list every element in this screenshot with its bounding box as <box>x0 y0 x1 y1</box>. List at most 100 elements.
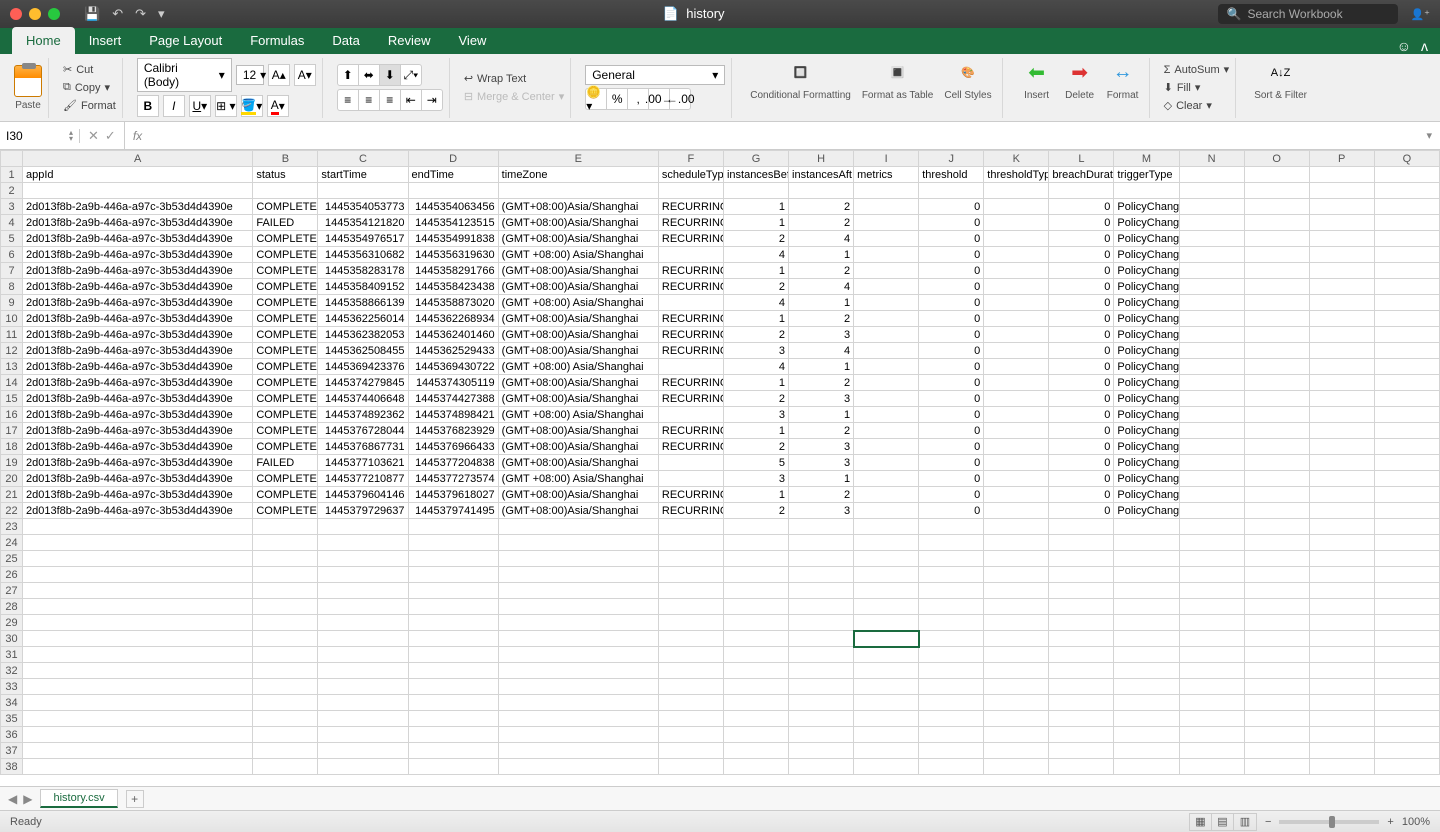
cell-O7[interactable] <box>1244 263 1309 279</box>
cell-G29[interactable] <box>723 615 788 631</box>
cell-E31[interactable] <box>498 647 658 663</box>
font-size-select[interactable]: 12▾ <box>236 65 264 85</box>
cell-H7[interactable]: 2 <box>789 263 854 279</box>
cell-O20[interactable] <box>1244 471 1309 487</box>
cell-M4[interactable]: PolicyChange <box>1114 215 1179 231</box>
cell-N25[interactable] <box>1179 551 1244 567</box>
cell-M7[interactable]: PolicyChange <box>1114 263 1179 279</box>
cell-D24[interactable] <box>408 535 498 551</box>
format-cells-button[interactable]: ↔Format <box>1103 58 1143 118</box>
cell-B25[interactable] <box>253 551 318 567</box>
cell-O12[interactable] <box>1244 343 1309 359</box>
cell-C18[interactable]: 1445376867731 <box>318 439 408 455</box>
cell-P21[interactable] <box>1309 487 1374 503</box>
cell-E19[interactable]: (GMT+08:00)Asia/Shanghai <box>498 455 658 471</box>
cell-H10[interactable]: 2 <box>789 311 854 327</box>
cell-L10[interactable]: 0 <box>1049 311 1114 327</box>
cell-F13[interactable] <box>658 359 723 375</box>
cell-P30[interactable] <box>1309 631 1374 647</box>
cell-C14[interactable]: 1445374279845 <box>318 375 408 391</box>
redo-icon[interactable]: ↷ <box>135 6 146 22</box>
cell-F1[interactable]: scheduleType <box>658 167 723 183</box>
ribbon-tab-review[interactable]: Review <box>374 27 445 54</box>
cell-L15[interactable]: 0 <box>1049 391 1114 407</box>
cell-D5[interactable]: 1445354991838 <box>408 231 498 247</box>
cell-J33[interactable] <box>919 679 984 695</box>
cell-I9[interactable] <box>854 295 919 311</box>
cell-D33[interactable] <box>408 679 498 695</box>
clear-button[interactable]: ◇Clear ▾ <box>1164 98 1230 113</box>
cell-G34[interactable] <box>723 695 788 711</box>
cell-H31[interactable] <box>789 647 854 663</box>
cell-C34[interactable] <box>318 695 408 711</box>
cell-Q6[interactable] <box>1374 247 1439 263</box>
orientation-icon[interactable]: ⤢▾ <box>400 64 422 86</box>
cell-B16[interactable]: COMPLETED <box>253 407 318 423</box>
cell-P19[interactable] <box>1309 455 1374 471</box>
cell-J12[interactable]: 0 <box>919 343 984 359</box>
cell-I15[interactable] <box>854 391 919 407</box>
column-header-P[interactable]: P <box>1309 151 1374 167</box>
cell-K34[interactable] <box>984 695 1049 711</box>
cell-H30[interactable] <box>789 631 854 647</box>
cell-I38[interactable] <box>854 759 919 775</box>
cell-K10[interactable] <box>984 311 1049 327</box>
cell-C15[interactable]: 1445374406648 <box>318 391 408 407</box>
column-header-E[interactable]: E <box>498 151 658 167</box>
cell-M38[interactable] <box>1114 759 1179 775</box>
cell-O3[interactable] <box>1244 199 1309 215</box>
cell-L2[interactable] <box>1049 183 1114 199</box>
cell-C11[interactable]: 1445362382053 <box>318 327 408 343</box>
cell-M5[interactable]: PolicyChange <box>1114 231 1179 247</box>
cell-O24[interactable] <box>1244 535 1309 551</box>
cell-O4[interactable] <box>1244 215 1309 231</box>
cell-H29[interactable] <box>789 615 854 631</box>
cell-K31[interactable] <box>984 647 1049 663</box>
cell-Q17[interactable] <box>1374 423 1439 439</box>
cell-M20[interactable]: PolicyChange <box>1114 471 1179 487</box>
copy-button[interactable]: ⧉Copy ▾ <box>63 80 116 95</box>
cell-C6[interactable]: 1445356310682 <box>318 247 408 263</box>
cell-N33[interactable] <box>1179 679 1244 695</box>
ribbon-tab-page-layout[interactable]: Page Layout <box>135 27 236 54</box>
cell-G32[interactable] <box>723 663 788 679</box>
cell-L13[interactable]: 0 <box>1049 359 1114 375</box>
cell-O27[interactable] <box>1244 583 1309 599</box>
cell-B21[interactable]: COMPLETED <box>253 487 318 503</box>
cell-F35[interactable] <box>658 711 723 727</box>
cell-M33[interactable] <box>1114 679 1179 695</box>
cell-J19[interactable]: 0 <box>919 455 984 471</box>
fill-color-button[interactable]: 🪣▾ <box>241 95 263 117</box>
cell-F22[interactable]: RECURRING <box>658 503 723 519</box>
cell-N23[interactable] <box>1179 519 1244 535</box>
cell-J22[interactable]: 0 <box>919 503 984 519</box>
cell-D3[interactable]: 1445354063456 <box>408 199 498 215</box>
cell-Q25[interactable] <box>1374 551 1439 567</box>
cell-C7[interactable]: 1445358283178 <box>318 263 408 279</box>
cell-J5[interactable]: 0 <box>919 231 984 247</box>
cell-Q30[interactable] <box>1374 631 1439 647</box>
cell-E14[interactable]: (GMT+08:00)Asia/Shanghai <box>498 375 658 391</box>
cell-M3[interactable]: PolicyChange <box>1114 199 1179 215</box>
cell-A20[interactable]: 2d013f8b-2a9b-446a-a97c-3b53d4d4390e <box>23 471 253 487</box>
cell-F23[interactable] <box>658 519 723 535</box>
cell-L28[interactable] <box>1049 599 1114 615</box>
cell-I35[interactable] <box>854 711 919 727</box>
cell-F29[interactable] <box>658 615 723 631</box>
ribbon-tab-formulas[interactable]: Formulas <box>236 27 318 54</box>
align-center-icon[interactable]: ≡ <box>358 89 380 111</box>
cell-J28[interactable] <box>919 599 984 615</box>
cell-J2[interactable] <box>919 183 984 199</box>
undo-icon[interactable]: ↶ <box>112 6 123 22</box>
cell-L34[interactable] <box>1049 695 1114 711</box>
cell-L9[interactable]: 0 <box>1049 295 1114 311</box>
cell-E30[interactable] <box>498 631 658 647</box>
row-header-7[interactable]: 7 <box>1 263 23 279</box>
cell-J7[interactable]: 0 <box>919 263 984 279</box>
cell-I13[interactable] <box>854 359 919 375</box>
cell-H28[interactable] <box>789 599 854 615</box>
cell-N37[interactable] <box>1179 743 1244 759</box>
cell-Q31[interactable] <box>1374 647 1439 663</box>
cell-A4[interactable]: 2d013f8b-2a9b-446a-a97c-3b53d4d4390e <box>23 215 253 231</box>
share-icon[interactable]: 👤⁺ <box>1410 8 1430 21</box>
